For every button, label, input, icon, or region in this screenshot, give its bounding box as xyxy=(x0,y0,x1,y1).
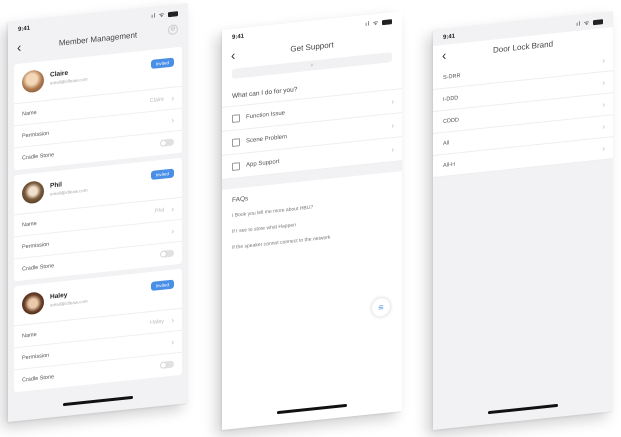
row-label: Name xyxy=(22,220,37,229)
document-icon xyxy=(232,114,240,123)
brand-label: CDDD xyxy=(443,117,459,125)
battery-icon xyxy=(593,19,603,26)
chevron-right-icon: › xyxy=(171,226,174,236)
brand-label: S-DRR xyxy=(443,73,461,81)
toggle-switch[interactable] xyxy=(160,138,174,148)
chevron-right-icon: › xyxy=(171,115,174,125)
status-badge[interactable]: Invited xyxy=(150,279,174,291)
member-name: Haley xyxy=(50,291,68,301)
row-value: Phil xyxy=(154,207,164,215)
home-indicator xyxy=(63,395,133,407)
support-item-label: Scene Problem xyxy=(246,134,288,145)
row-label: Cradle Stone xyxy=(22,374,55,384)
support-item-label: App Support xyxy=(246,158,280,169)
home-indicator xyxy=(488,403,558,415)
member-management-screen: 9:41 ıl ᯤ ‹ Member Management ⚙ Claire e… xyxy=(8,3,188,422)
chevron-right-icon: › xyxy=(171,337,174,347)
brand-label: All-H xyxy=(443,161,455,169)
chevron-right-icon: › xyxy=(171,93,174,103)
member-name: Phil xyxy=(50,181,62,190)
chevron-right-icon: › xyxy=(391,96,394,107)
search-icon: ⌕ xyxy=(310,62,314,69)
member-card: Phil email@idleaw.com Invited Name Phil … xyxy=(14,157,182,282)
avatar xyxy=(22,69,44,94)
toggle-switch[interactable] xyxy=(160,249,174,259)
status-time: 9:41 xyxy=(18,25,31,33)
status-time: 9:41 xyxy=(443,33,456,41)
row-label: Cradle Stone xyxy=(22,152,55,162)
chevron-right-icon: › xyxy=(391,120,394,131)
battery-icon xyxy=(382,19,392,26)
chevron-right-icon: › xyxy=(171,204,174,214)
brand-label: I-DDD xyxy=(443,95,459,103)
menu-fab-icon[interactable]: ≡ xyxy=(372,297,390,318)
row-label: Name xyxy=(22,331,37,340)
row-value: Haley xyxy=(149,318,164,327)
row-label: Name xyxy=(22,109,37,118)
support-item-label: Function Issue xyxy=(246,110,286,121)
row-value: Claire xyxy=(149,96,164,105)
chevron-right-icon: › xyxy=(171,315,174,325)
chevron-right-icon: › xyxy=(602,77,605,88)
member-card: Haley email@idleaw.com Invited Name Hale… xyxy=(14,268,182,393)
avatar xyxy=(22,180,44,205)
chevron-right-icon: › xyxy=(602,99,605,110)
row-label: Cradle Stone xyxy=(22,263,55,273)
signal-wifi-battery-icons: ıl ᯤ xyxy=(151,9,178,20)
brand-list: S-DRR › I-DDD › CDDD › All › All-H › xyxy=(433,49,613,178)
app-screens-showcase: 9:41 ıl ᯤ ‹ Member Management ⚙ Claire e… xyxy=(0,0,621,437)
chevron-right-icon: › xyxy=(602,121,605,132)
status-badge[interactable]: Invited xyxy=(150,57,174,69)
status-time: 9:41 xyxy=(232,33,245,41)
signal-wifi-battery-icons: ıl ᯤ xyxy=(365,17,392,28)
avatar xyxy=(22,291,44,316)
member-name: Claire xyxy=(50,69,69,79)
chevron-right-icon: › xyxy=(602,55,605,66)
toggle-switch[interactable] xyxy=(160,360,174,370)
chevron-right-icon: › xyxy=(391,144,394,155)
battery-icon xyxy=(168,11,178,18)
row-label: Permission xyxy=(22,130,50,140)
row-label: Permission xyxy=(22,241,50,251)
get-support-screen: 9:41 ıl ᯤ ‹ Get Support ⌕ What can I do … xyxy=(222,11,402,430)
signal-wifi-battery-icons: ıl ᯤ xyxy=(576,17,603,28)
door-lock-brand-screen: 9:41 ıl ᯤ ‹ Door Lock Brand S-DRR › I-DD… xyxy=(433,11,613,430)
chevron-right-icon: › xyxy=(602,143,605,154)
home-indicator xyxy=(277,403,347,415)
member-card: Claire email@idleaw.com Invited Name Cla… xyxy=(14,46,182,171)
scene-icon xyxy=(232,138,240,147)
app-icon xyxy=(232,162,240,171)
status-badge[interactable]: Invited xyxy=(150,168,174,180)
brand-label: All xyxy=(443,140,450,147)
row-label: Permission xyxy=(22,352,50,362)
